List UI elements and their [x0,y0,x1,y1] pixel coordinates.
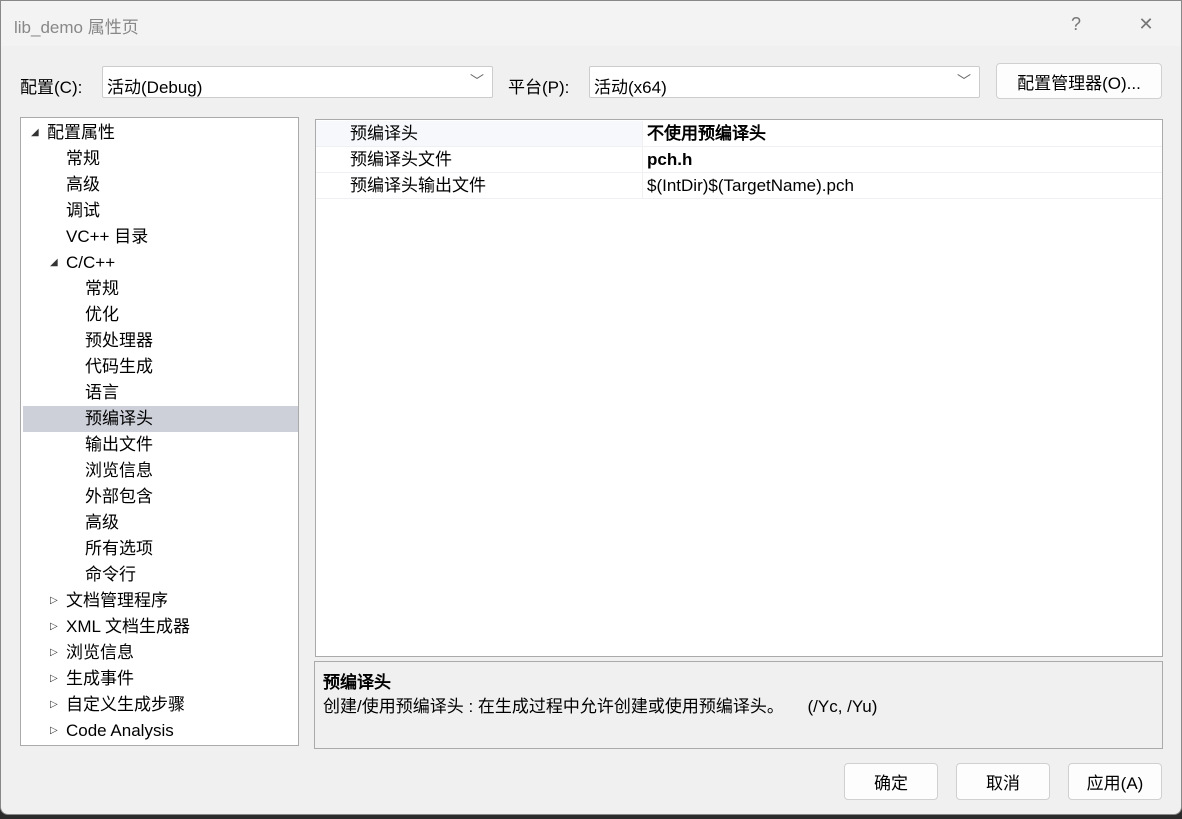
ok-button[interactable]: 确定 [844,763,938,800]
tree-item-label: 预处理器 [85,331,153,350]
tree-item[interactable]: 输出文件 [23,432,298,458]
tree-item[interactable]: ▷ 生成事件 [23,666,298,692]
tree-item-label: 外部包含 [85,487,153,506]
tree-item-label: 常规 [85,279,119,298]
property-value[interactable]: 不使用预编译头 [647,121,766,147]
tree-item[interactable]: 外部包含 [23,484,298,510]
tree-item-label: 代码生成 [85,357,153,376]
tree-item-label: 常规 [66,149,100,168]
tree-item[interactable]: ▷ 自定义生成步骤 [23,692,298,718]
collapsed-arrow-icon[interactable]: ▷ [50,640,58,666]
tree-item[interactable]: 代码生成 [23,354,298,380]
tree-item-label: 生成事件 [66,669,134,688]
config-select[interactable]: 活动(Debug) ﹀ [102,66,493,98]
tree-item-label: 所有选项 [85,539,153,558]
tree-item[interactable]: 语言 [23,380,298,406]
help-icon[interactable]: ? [1061,9,1091,39]
tree-item[interactable]: 常规 [23,146,298,172]
tree-item[interactable]: ▷ XML 文档生成器 [23,614,298,640]
tree-item[interactable]: ▷ Code Analysis [23,718,298,744]
property-grid[interactable]: 预编译头 不使用预编译头预编译头文件 pch.h 预编译头输出文件 $(IntDir)$… [315,119,1163,657]
column-divider [642,173,643,199]
cancel-button[interactable]: 取消 [956,763,1050,800]
property-pages-dialog: lib_demo 属性页 ? ✕ 配置(C): 活动(Debug) ﹀ 平台(P… [0,0,1182,815]
tree-item-label: 调试 [66,201,100,220]
tree-item-label: 浏览信息 [66,643,134,662]
collapsed-arrow-icon[interactable]: ▷ [50,614,58,640]
config-value: 活动(Debug) [107,78,203,97]
title-bar: lib_demo 属性页 ? ✕ [1,1,1181,46]
tree-item-label: 浏览信息 [85,461,153,480]
tree-item-label: Code Analysis [66,721,174,740]
tree-item[interactable]: 调试 [23,198,298,224]
property-name: 预编译头文件 [350,150,452,169]
platform-label: 平台(P): [508,78,570,97]
tree-item-label: 预编译头 [85,409,153,428]
collapsed-arrow-icon[interactable]: ▷ [50,692,58,718]
tree-item-label: 高级 [66,175,100,194]
property-value[interactable]: $(IntDir)$(TargetName).pch [647,173,854,199]
description-panel: 预编译头 创建/使用预编译头 : 在生成过程中允许创建或使用预编译头。 (/Yc… [314,661,1163,749]
column-divider [642,147,643,173]
tree-item[interactable]: ◢ C/C++ [23,250,298,276]
tree-item[interactable]: 高级 [23,172,298,198]
expanded-arrow-icon[interactable]: ◢ [50,250,58,276]
platform-select[interactable]: 活动(x64) ﹀ [589,66,980,98]
tree-item-label: 命令行 [85,565,136,584]
tree-item[interactable]: VC++ 目录 [23,224,298,250]
window-title: lib_demo 属性页 [14,18,139,37]
config-manager-button[interactable]: 配置管理器(O)... [996,63,1162,99]
platform-value: 活动(x64) [594,78,667,97]
chevron-down-icon: ﹀ [957,73,971,89]
tree-item[interactable]: 浏览信息 [23,458,298,484]
tree-item-label: 文档管理程序 [66,591,168,610]
tree-item[interactable]: ▷ 文档管理程序 [23,588,298,614]
column-divider [642,121,643,147]
tree-item[interactable]: 命令行 [23,562,298,588]
property-value[interactable]: pch.h [647,147,692,173]
tree-item[interactable]: 预处理器 [23,328,298,354]
tree-item-label: 优化 [85,305,119,324]
tree-item[interactable]: ▷ 浏览信息 [23,640,298,666]
tree-item[interactable]: 高级 [23,510,298,536]
apply-button[interactable]: 应用(A) [1068,763,1162,800]
tree-item-label: 输出文件 [85,435,153,454]
collapsed-arrow-icon[interactable]: ▷ [50,718,58,744]
tree-item-label: 自定义生成步骤 [66,695,185,714]
property-row[interactable]: 预编译头文件 pch.h [316,147,1162,173]
expanded-arrow-icon[interactable]: ◢ [31,120,39,146]
tree-item[interactable]: 常规 [23,276,298,302]
property-row[interactable]: 预编译头 不使用预编译头 [316,121,1162,147]
tree-item-label: 语言 [85,383,119,402]
tree-item-label: XML 文档生成器 [66,617,191,636]
property-name: 预编译头 [350,124,418,143]
tree-item-label: VC++ 目录 [66,227,149,246]
description-title: 预编译头 [323,673,391,692]
tree-item-label: 配置属性 [47,123,115,142]
chevron-down-icon: ﹀ [470,73,484,89]
close-icon[interactable]: ✕ [1131,9,1161,39]
property-row[interactable]: 预编译头输出文件 $(IntDir)$(TargetName).pch [316,173,1162,199]
collapsed-arrow-icon[interactable]: ▷ [50,666,58,692]
tree-item[interactable]: 预编译头 [23,406,298,432]
property-name: 预编译头输出文件 [350,176,486,195]
property-tree[interactable]: ◢ 配置属性 常规 高级 调试 VC++ 目录 ◢ C/C++ 常规 优化 预处理器 代码生成 语言 预编… [20,117,299,746]
collapsed-arrow-icon[interactable]: ▷ [50,588,58,614]
tree-item[interactable]: 所有选项 [23,536,298,562]
description-text: 创建/使用预编译头 : 在生成过程中允许创建或使用预编译头。 (/Yc, /Yu… [323,697,878,716]
tree-item-label: C/C++ [66,253,116,272]
config-label: 配置(C): [20,78,83,97]
tree-item-label: 高级 [85,513,119,532]
tree-item[interactable]: ◢ 配置属性 [23,120,298,146]
tree-item[interactable]: 优化 [23,302,298,328]
